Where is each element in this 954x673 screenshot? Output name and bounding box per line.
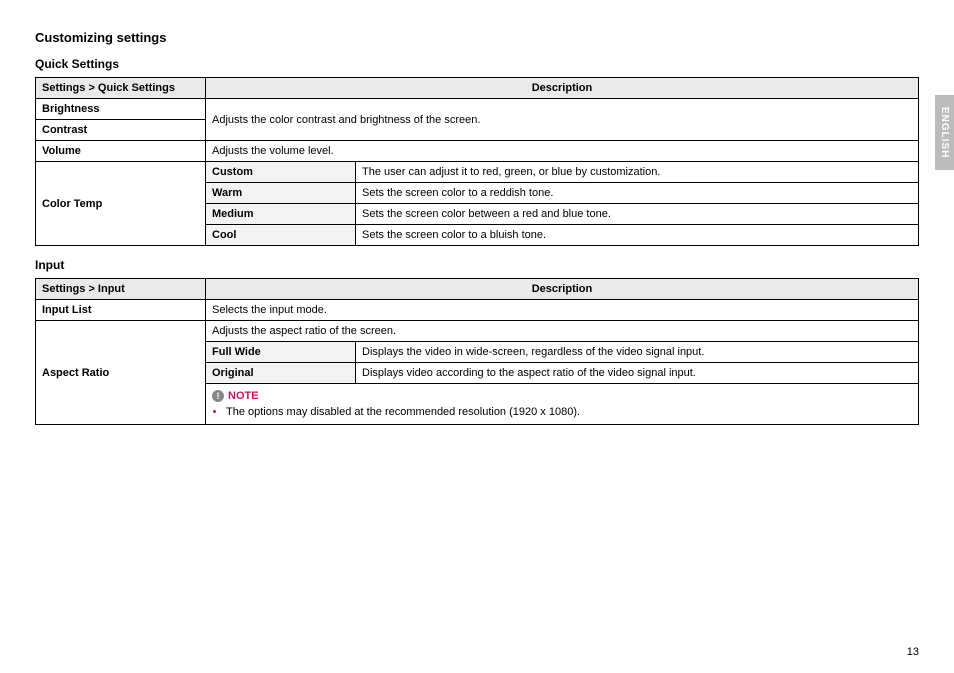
- row-color-temp: Color Temp: [36, 162, 206, 246]
- language-tab: ENGLISH: [935, 95, 954, 170]
- page-title: Customizing settings: [35, 30, 919, 45]
- ar-original-label: Original: [206, 363, 356, 384]
- row-aspect-ratio: Aspect Ratio: [36, 321, 206, 425]
- alert-icon: !: [212, 390, 224, 402]
- row-contrast: Contrast: [36, 120, 206, 141]
- ct-custom-desc: The user can adjust it to red, green, or…: [356, 162, 919, 183]
- ct-cool-desc: Sets the screen color to a bluish tone.: [356, 225, 919, 246]
- note-label: NOTE: [228, 390, 259, 402]
- row-brightness-desc: Adjusts the color contrast and brightnes…: [206, 99, 919, 141]
- row-volume-desc: Adjusts the volume level.: [206, 141, 919, 162]
- input-table: Settings > Input Description Input List …: [35, 278, 919, 425]
- ct-custom-label: Custom: [206, 162, 356, 183]
- row-aspect-desc: Adjusts the aspect ratio of the screen.: [206, 321, 919, 342]
- ar-fullwide-desc: Displays the video in wide-screen, regar…: [356, 342, 919, 363]
- ct-cool-label: Cool: [206, 225, 356, 246]
- input-heading: Input: [35, 258, 919, 272]
- row-volume: Volume: [36, 141, 206, 162]
- quick-settings-table: Settings > Quick Settings Description Br…: [35, 77, 919, 246]
- ar-fullwide-label: Full Wide: [206, 342, 356, 363]
- aspect-ratio-note: ! NOTE The options may disabled at the r…: [206, 384, 919, 425]
- col-header-path: Settings > Input: [36, 279, 206, 300]
- row-input-list: Input List: [36, 300, 206, 321]
- ct-medium-label: Medium: [206, 204, 356, 225]
- note-text: The options may disabled at the recommen…: [226, 406, 912, 418]
- ar-original-desc: Displays video according to the aspect r…: [356, 363, 919, 384]
- ct-warm-label: Warm: [206, 183, 356, 204]
- row-input-list-desc: Selects the input mode.: [206, 300, 919, 321]
- col-header-desc: Description: [206, 78, 919, 99]
- page-number: 13: [907, 646, 919, 658]
- quick-settings-heading: Quick Settings: [35, 57, 919, 71]
- ct-warm-desc: Sets the screen color to a reddish tone.: [356, 183, 919, 204]
- ct-medium-desc: Sets the screen color between a red and …: [356, 204, 919, 225]
- row-brightness: Brightness: [36, 99, 206, 120]
- col-header-path: Settings > Quick Settings: [36, 78, 206, 99]
- col-header-desc: Description: [206, 279, 919, 300]
